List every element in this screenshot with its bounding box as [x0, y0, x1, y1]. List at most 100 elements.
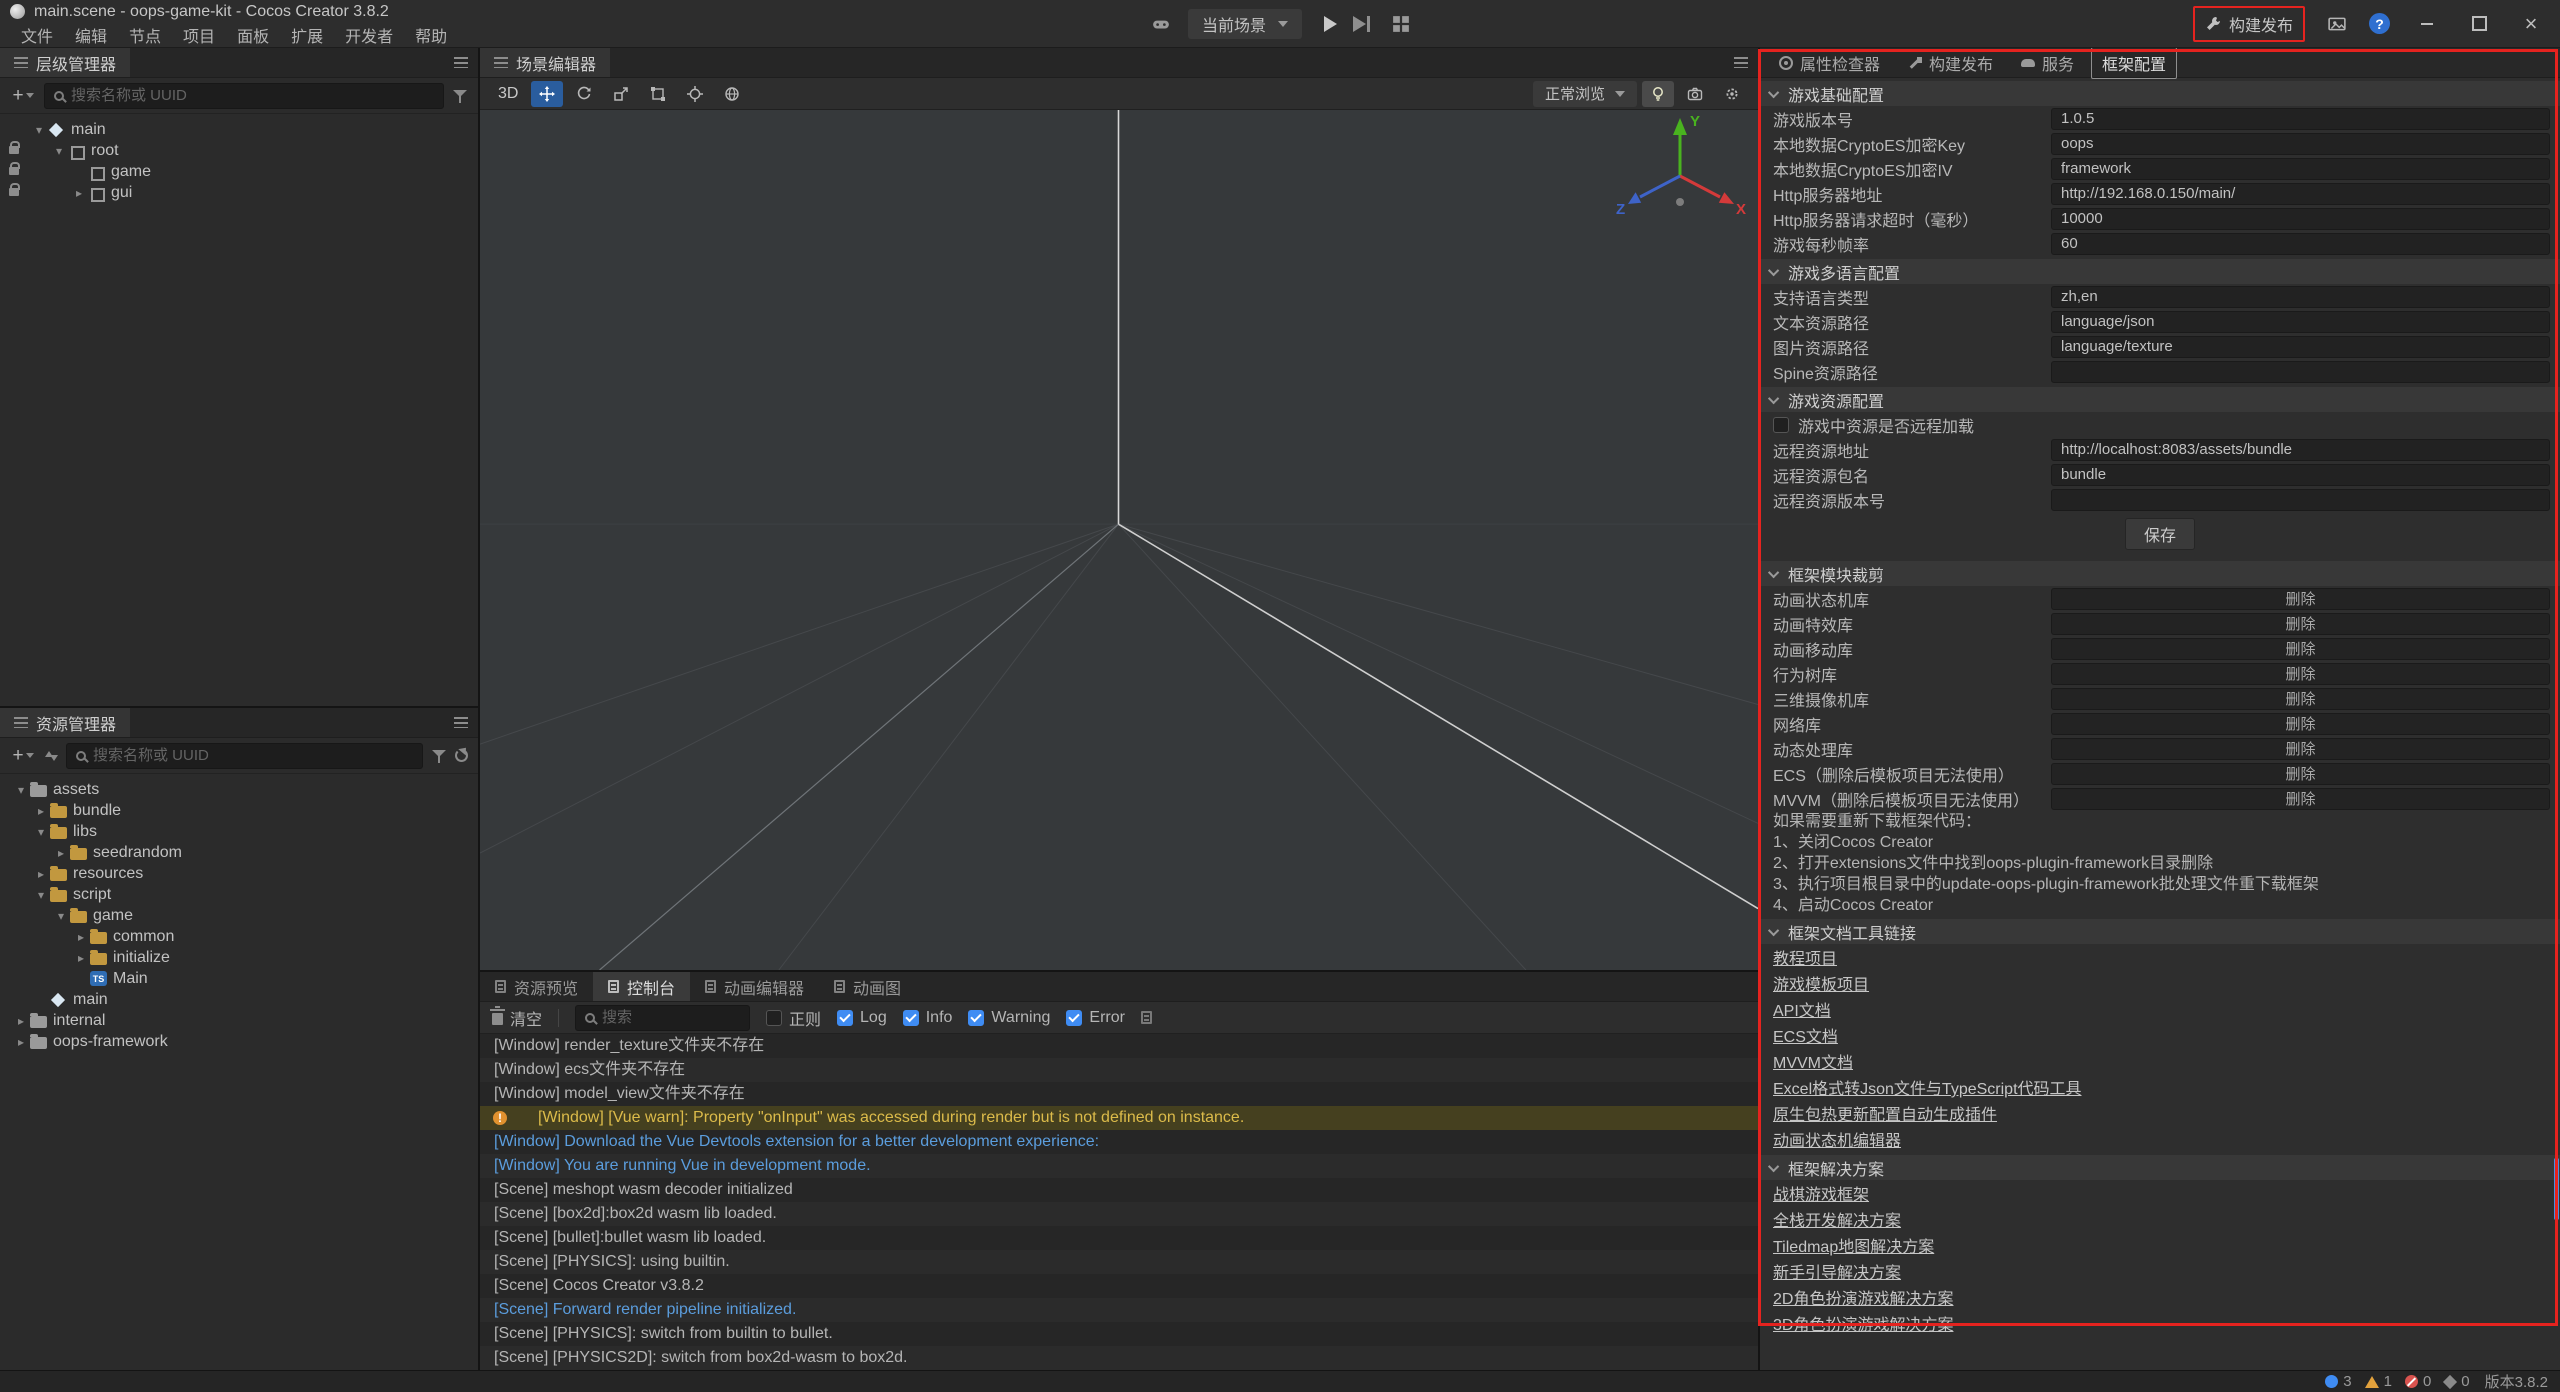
section-header-docs[interactable]: 框架文档工具链接 — [1760, 919, 2560, 944]
maximize-button[interactable] — [2464, 11, 2494, 37]
menu-item[interactable]: 面板 — [226, 23, 280, 47]
log-row[interactable]: [Scene] [box2d]:box2d wasm lib loaded. — [480, 1202, 1758, 1226]
log-row[interactable]: ›[Window] Download the Vue Devtools exte… — [480, 1130, 1758, 1154]
expand-arrow-icon[interactable]: ▾ — [52, 909, 70, 923]
panel-menu[interactable] — [454, 48, 478, 77]
asset-node[interactable]: ▾ libs — [0, 821, 478, 842]
log-row[interactable]: [Scene] meshopt wasm decoder initialized — [480, 1178, 1758, 1202]
log-row[interactable]: [Scene] Cocos Creator v3.8.2 — [480, 1274, 1758, 1298]
hierarchy-node[interactable]: ▸ gui — [0, 182, 478, 203]
axis-gizmo[interactable]: Y X Z — [1610, 110, 1750, 230]
tab-assets[interactable]: 资源管理器 — [0, 708, 130, 737]
console-searchbox[interactable] — [575, 1005, 750, 1031]
expand-arrow-icon[interactable]: ▸ — [32, 867, 50, 881]
solution-link[interactable]: 全栈开发解决方案 — [1773, 1207, 1901, 1231]
asset-node[interactable]: ▸ seedrandom — [0, 842, 478, 863]
scene-viewport[interactable]: Y X Z — [480, 110, 1758, 970]
light-toggle-button[interactable] — [1642, 81, 1674, 107]
asset-node[interactable]: ▸ initialize — [0, 947, 478, 968]
log-row[interactable]: [Window] ecs文件夹不存在 — [480, 1058, 1758, 1082]
section-header-basic[interactable]: 游戏基础配置 — [1760, 81, 2560, 106]
tab-scene-editor[interactable]: 场景编辑器 — [480, 48, 610, 77]
expand-arrow-icon[interactable]: ▸ — [32, 804, 50, 818]
mode-3d-button[interactable]: 3D — [490, 83, 526, 105]
hierarchy-searchbox[interactable] — [44, 83, 444, 109]
log-row[interactable]: [Scene] [PHYSICS2D]: switch from box2d-w… — [480, 1346, 1758, 1370]
move-tool-button[interactable] — [531, 81, 563, 107]
view-mode-select[interactable]: 正常浏览 — [1533, 81, 1637, 107]
console-tab[interactable]: 资源预览 — [480, 972, 593, 1001]
coordinate-mode-button[interactable] — [716, 81, 748, 107]
property-input[interactable] — [2051, 361, 2550, 383]
solution-link[interactable]: 战棋游戏框架 — [1773, 1181, 1869, 1205]
log-row[interactable]: [Scene] [PHYSICS]: switch from builtin t… — [480, 1322, 1758, 1346]
hierarchy-node[interactable]: ▾ root — [0, 140, 478, 161]
doc-link[interactable]: 动画状态机编辑器 — [1773, 1127, 1901, 1151]
section-header-res[interactable]: 游戏资源配置 — [1760, 387, 2560, 412]
log-row[interactable]: [Window] model_view文件夹不存在 — [480, 1082, 1758, 1106]
hierarchy-node[interactable]: ▾ main — [0, 119, 478, 140]
expand-arrow-icon[interactable]: ▾ — [32, 825, 50, 839]
asset-node[interactable]: ▸ resources — [0, 863, 478, 884]
menu-item[interactable]: 节点 — [118, 23, 172, 47]
menu-item[interactable]: 项目 — [172, 23, 226, 47]
menu-item[interactable]: 扩展 — [280, 23, 334, 47]
expand-arrow-icon[interactable]: ▾ — [12, 783, 30, 797]
property-input[interactable]: 1.0.5 — [2051, 108, 2550, 130]
minimize-button[interactable] — [2412, 11, 2442, 37]
remote-load-checkbox[interactable] — [1773, 417, 1789, 433]
asset-node[interactable]: ▸ common — [0, 926, 478, 947]
console-tab[interactable]: 动画图 — [819, 972, 916, 1001]
expand-arrow-icon[interactable]: ▸ — [12, 1014, 30, 1028]
property-input[interactable]: 60 — [2051, 233, 2550, 255]
property-input[interactable]: language/texture — [2051, 336, 2550, 358]
console-tab[interactable]: 动画编辑器 — [690, 972, 819, 1001]
asset-node[interactable]: ▸ internal — [0, 1010, 478, 1031]
asset-node[interactable]: ▾ script — [0, 884, 478, 905]
doc-link[interactable]: Excel格式转Json文件与TypeScript代码工具 — [1773, 1075, 2082, 1099]
scrollbar-thumb[interactable] — [2554, 1158, 2559, 1220]
log-row[interactable]: [Window] render_texture文件夹不存在 — [480, 1034, 1758, 1058]
camera-settings-button[interactable] — [1679, 81, 1711, 107]
asset-node[interactable]: ▾ game — [0, 905, 478, 926]
doc-link[interactable]: ECS文档 — [1773, 1023, 1838, 1047]
delete-module-button[interactable]: 删除 — [2051, 638, 2550, 660]
menu-item[interactable]: 文件 — [10, 23, 64, 47]
doc-link[interactable]: 游戏模板项目 — [1773, 971, 1869, 995]
delete-module-button[interactable]: 删除 — [2051, 588, 2550, 610]
message-count[interactable]: 0 — [2405, 1373, 2431, 1390]
create-asset-button[interactable] — [10, 744, 36, 768]
solution-link[interactable]: 新手引导解决方案 — [1773, 1259, 1901, 1283]
assets-searchbox[interactable] — [66, 743, 423, 769]
close-button[interactable] — [2516, 11, 2546, 37]
build-publish-button[interactable]: 构建发布 — [2193, 6, 2305, 42]
asset-node[interactable]: ▾ assets — [0, 779, 478, 800]
help-icon[interactable] — [2369, 13, 2390, 34]
doc-link[interactable]: 原生包热更新配置自动生成插件 — [1773, 1101, 1997, 1125]
scale-tool-button[interactable] — [605, 81, 637, 107]
refresh-icon[interactable] — [455, 749, 468, 762]
menu-item[interactable]: 帮助 — [404, 23, 458, 47]
expand-arrow-icon[interactable]: ▸ — [72, 930, 90, 944]
tab-hierarchy[interactable]: 层级管理器 — [0, 48, 130, 77]
create-node-button[interactable] — [10, 84, 36, 108]
log-row[interactable]: ›[Window] [Vue warn]: Property "onInput"… — [480, 1106, 1758, 1130]
save-button[interactable]: 保存 — [2125, 518, 2195, 550]
expand-arrow-icon[interactable]: ▸ — [12, 1035, 30, 1049]
message-count[interactable]: 1 — [2365, 1373, 2392, 1390]
inspector-tab[interactable]: 框架配置 — [2091, 48, 2177, 79]
property-input[interactable]: oops — [2051, 133, 2550, 155]
screenshot-icon[interactable] — [2327, 15, 2347, 33]
property-input[interactable]: http://localhost:8083/assets/bundle — [2051, 439, 2550, 461]
console-search-input[interactable] — [602, 1009, 740, 1026]
solution-link[interactable]: 3D角色扮演游戏解决方案 — [1773, 1311, 1953, 1335]
solution-link[interactable]: Tiledmap地图解决方案 — [1773, 1233, 1934, 1257]
property-input[interactable]: language/json — [2051, 311, 2550, 333]
filter-checkbox-item[interactable]: Log — [837, 1009, 887, 1027]
delete-module-button[interactable]: 删除 — [2051, 713, 2550, 735]
assets-search-input[interactable] — [93, 747, 413, 764]
gear-icon[interactable] — [1716, 81, 1748, 107]
log-row[interactable]: ›[Window] You are running Vue in develop… — [480, 1154, 1758, 1178]
section-header-lang[interactable]: 游戏多语言配置 — [1760, 259, 2560, 284]
console-tab[interactable]: 控制台 — [593, 972, 690, 1001]
